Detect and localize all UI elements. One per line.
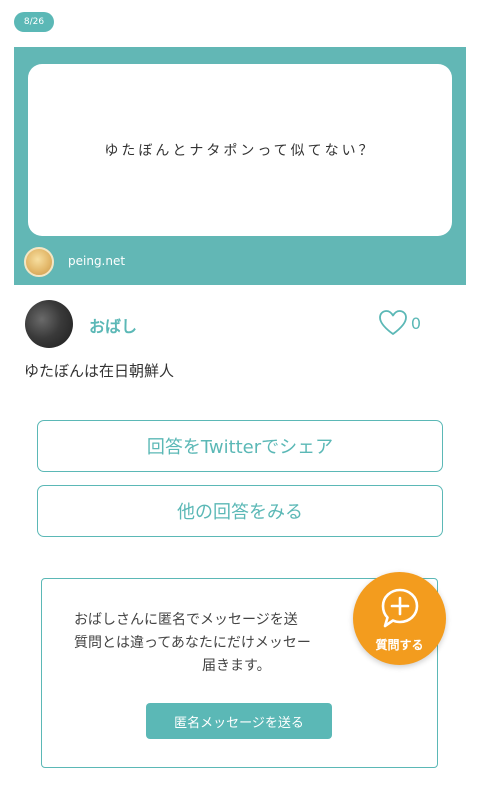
send-anonymous-message-button[interactable]: 匿名メッセージを送る [146,703,332,739]
site-avatar [24,247,54,277]
ask-question-label: 質問する [375,638,424,652]
ask-question-button[interactable]: 質問する [353,572,446,665]
share-twitter-button[interactable]: 回答をTwitterでシェア [37,420,443,472]
heart-icon [378,310,407,335]
user-name[interactable]: おばし [89,313,137,337]
like-count: 0 [410,313,421,333]
question-card: ゆたぼんとナタポンって似てない？ [28,64,452,236]
question-text: ゆたぼんとナタポンって似てない？ [104,143,376,159]
site-name: peing.net [68,254,126,268]
date-badge: 8/26 [14,12,54,32]
other-answers-button[interactable]: 他の回答をみる [37,485,443,537]
user-avatar[interactable] [25,300,73,348]
answer-header: おばし 0 [25,298,455,350]
like-button[interactable]: 0 [378,310,421,336]
answer-text: ゆたぼんは在日朝鮮人 [24,362,175,380]
speech-bubble-plus-icon [381,588,419,628]
question-panel: ゆたぼんとナタポンって似てない？ peing.net [14,47,466,285]
